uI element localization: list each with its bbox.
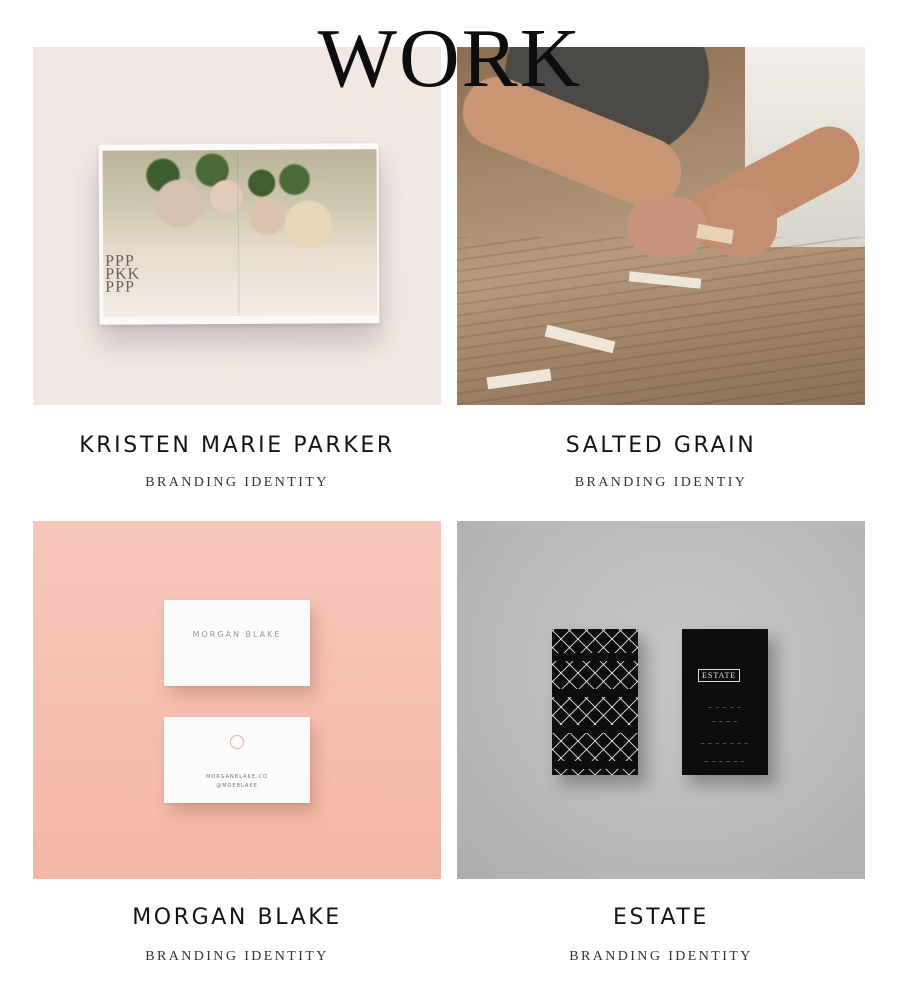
card-detail-line: — — — — — — — xyxy=(700,741,750,746)
project-thumbnail[interactable]: ESTATE — — — — — — — — — — — — — — — — —… xyxy=(457,521,865,879)
card-back-text: MORGANBLAKE.CO @MOEBLAKE xyxy=(164,773,310,791)
pattern-band xyxy=(552,689,638,697)
magazine-logo-text: PPP PKK PPP xyxy=(105,252,141,296)
estate-logo: ESTATE xyxy=(698,669,741,682)
project-category: BRANDING IDENTIY xyxy=(574,475,748,490)
card-back-website: MORGANBLAKE.CO xyxy=(206,774,268,780)
business-card-pattern xyxy=(552,629,638,775)
card-back-handle: @MOEBLAKE xyxy=(216,783,258,789)
page-title: WORK xyxy=(317,12,583,105)
project-thumbnail[interactable]: MORGAN BLAKE MORGANBLAKE.CO @MOEBLAKE xyxy=(33,521,441,879)
card-detail-line: — — — — — — xyxy=(704,759,746,764)
project-title[interactable]: KRISTEN MARIE PARKER xyxy=(33,433,441,458)
project-title[interactable]: SALTED GRAIN xyxy=(457,433,865,458)
project-title[interactable]: ESTATE xyxy=(457,905,865,930)
craftsman-hand-right xyxy=(707,187,777,257)
project-card-salted-grain[interactable]: SALTED GRAIN BRANDING IDENTIY xyxy=(457,47,865,507)
business-card-back: MORGANBLAKE.CO @MOEBLAKE xyxy=(164,717,310,803)
pattern-band xyxy=(552,761,638,769)
business-card-brand: ESTATE — — — — — — — — — — — — — — — — —… xyxy=(682,629,768,775)
project-category: BRANDING IDENTITY xyxy=(145,949,329,964)
monogram-icon xyxy=(230,735,244,749)
project-category: BRANDING IDENTITY xyxy=(569,949,753,964)
pattern-band xyxy=(552,653,638,661)
magazine-mockup: PPP PKK PPP xyxy=(98,143,380,325)
business-card-front: MORGAN BLAKE xyxy=(164,600,310,686)
pattern-band xyxy=(552,725,638,733)
card-detail-line: — — — — — xyxy=(707,705,743,710)
project-category: BRANDING IDENTITY xyxy=(145,475,329,490)
project-title[interactable]: MORGAN BLAKE xyxy=(33,905,441,930)
craftsman-hand-left xyxy=(627,197,707,257)
project-card-kristen-marie-parker[interactable]: PPP PKK PPP KRISTEN MARIE PARKER BRANDING … xyxy=(33,47,441,507)
card-front-text: MORGAN BLAKE xyxy=(192,630,282,639)
project-card-estate[interactable]: ESTATE — — — — — — — — — — — — — — — — —… xyxy=(457,521,865,971)
card-detail-line: — — — — xyxy=(711,719,739,724)
project-card-morgan-blake[interactable]: MORGAN BLAKE MORGANBLAKE.CO @MOEBLAKE MO… xyxy=(33,521,441,971)
